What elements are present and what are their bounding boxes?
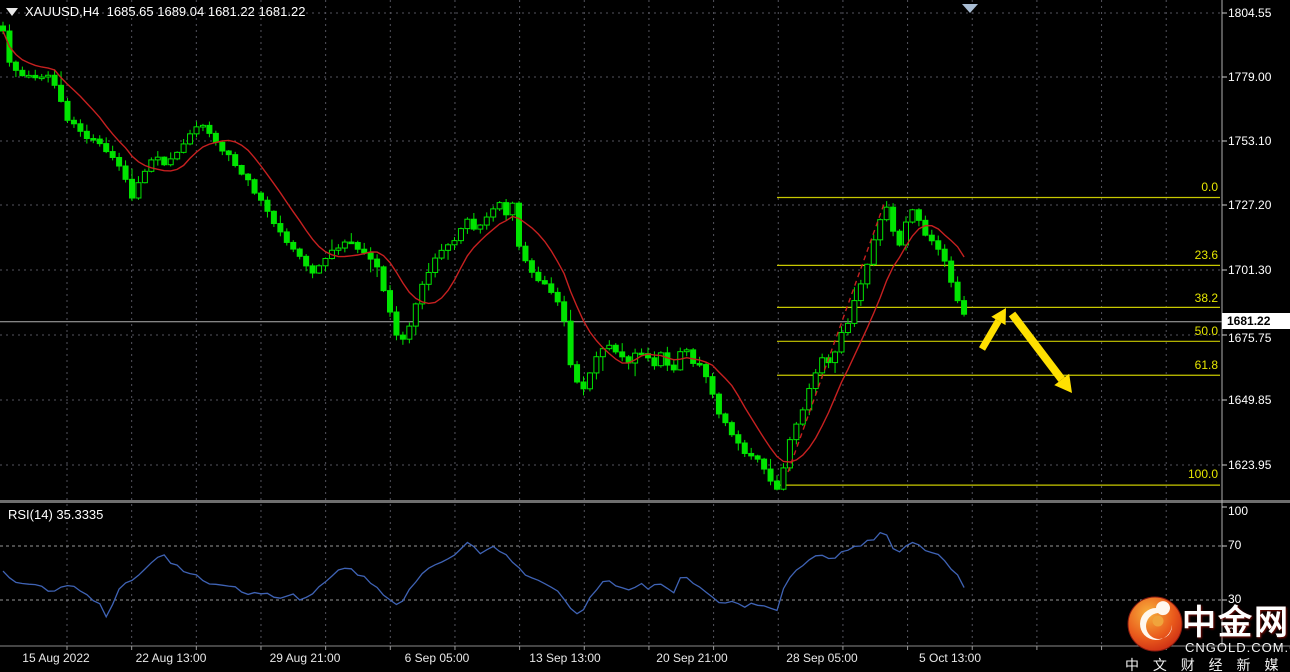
rsi-axis-label: 70	[1228, 538, 1242, 552]
price-axis-label: 1623.95	[1228, 458, 1272, 472]
time-axis-label: 22 Aug 13:00	[135, 651, 207, 665]
symbol-quote-line: XAUUSD,H4 1685.65 1689.04 1681.22 1681.2…	[6, 4, 305, 19]
rsi-axis-label: 0	[1228, 625, 1235, 639]
time-axis-label: 5 Oct 13:00	[918, 651, 982, 665]
fib-level-label: 38.2	[1194, 291, 1218, 305]
fib-level-label: 23.6	[1194, 248, 1218, 262]
fib-level-label: 0.0	[1201, 180, 1218, 194]
rsi-axis-label: 100	[1228, 504, 1249, 518]
current-price-tag: 1681.22	[1222, 313, 1290, 329]
price-axis-label: 1753.10	[1228, 134, 1272, 148]
fib-level-label: 100.0	[1187, 467, 1218, 481]
symbol-quote-text: XAUUSD,H4 1685.65 1689.04 1681.22 1681.2…	[25, 4, 306, 19]
mt4-chart-window: XAUUSD,H4 1685.65 1689.04 1681.22 1681.2…	[0, 0, 1290, 672]
price-axis-label: 1727.20	[1228, 198, 1272, 212]
rsi-indicator-label: RSI(14) 35.3335	[8, 507, 104, 522]
fib-level-label: 50.0	[1194, 324, 1218, 338]
price-axis-label: 1649.85	[1228, 393, 1272, 407]
price-axis-label: 1779.00	[1228, 70, 1272, 84]
price-axis-label: 1804.55	[1228, 6, 1272, 20]
price-axis-label: 1701.30	[1228, 263, 1272, 277]
chart-shift-marker-icon[interactable]	[962, 4, 978, 13]
price-axis-label: 1675.75	[1228, 331, 1272, 345]
rsi-axis-label: 30	[1228, 592, 1242, 606]
time-axis-label: 20 Sep 21:00	[656, 651, 728, 665]
time-axis-label: 6 Sep 05:00	[404, 651, 470, 665]
time-axis-label: 15 Aug 2022	[22, 651, 90, 665]
chart-canvas[interactable]	[0, 0, 1290, 672]
fib-level-label: 61.8	[1194, 358, 1218, 372]
time-axis-label: 28 Sep 05:00	[786, 651, 858, 665]
chart-collapse-triangle-icon[interactable]	[6, 7, 18, 16]
time-axis-label: 29 Aug 21:00	[269, 651, 341, 665]
time-axis-label: 13 Sep 13:00	[529, 651, 601, 665]
